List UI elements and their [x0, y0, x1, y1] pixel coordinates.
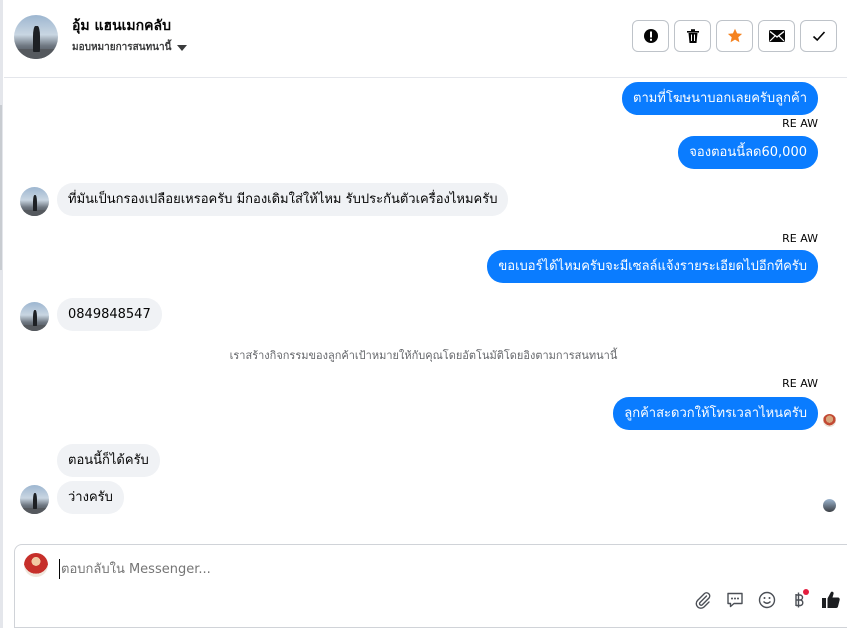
paperclip-icon	[695, 592, 711, 609]
star-button[interactable]	[716, 20, 753, 52]
sender-label: RE AW	[782, 232, 818, 245]
sender-label: RE AW	[782, 117, 818, 130]
mark-spam-button[interactable]	[632, 20, 669, 52]
header-actions	[632, 20, 837, 52]
seen-avatar	[823, 499, 836, 512]
saved-reply-button[interactable]	[724, 589, 746, 611]
composer-tools	[692, 589, 842, 611]
notification-dot	[803, 589, 809, 595]
mark-unread-button[interactable]	[758, 20, 795, 52]
contact-name[interactable]: อุ้ม แฮนเมกคลับ	[72, 15, 171, 37]
contact-avatar-small[interactable]	[20, 302, 49, 331]
conversation-header: อุ้ม แฮนเมกคลับ มอบหมายการสนทนานี้	[4, 0, 847, 78]
assign-conversation-dropdown[interactable]: มอบหมายการสนทนานี้	[72, 40, 188, 55]
like-button[interactable]	[820, 589, 842, 611]
system-note: เราสร้างกิจกรรมของลูกค้าเป้าหมายให้กับคุ…	[229, 349, 618, 362]
payment-button[interactable]	[788, 589, 810, 611]
alert-icon	[643, 29, 658, 43]
message-incoming[interactable]: 0849848547	[57, 298, 162, 331]
seen-avatar	[823, 414, 836, 427]
page-avatar	[24, 553, 48, 577]
smiley-icon	[758, 591, 776, 609]
message-outgoing[interactable]: ตามที่โฆษนาบอกเลยครับลูกค้า	[622, 82, 818, 115]
emoji-button[interactable]	[756, 589, 778, 611]
contact-avatar-small[interactable]	[20, 187, 49, 216]
left-border	[0, 0, 3, 628]
reply-input[interactable]	[59, 559, 661, 579]
caret-down-icon	[177, 44, 188, 51]
message-incoming[interactable]: ตอนนี้ก็ได้ครับ	[57, 444, 160, 477]
delete-button[interactable]	[674, 20, 711, 52]
attach-button[interactable]	[692, 589, 714, 611]
left-scroll-indicator	[0, 105, 2, 270]
thumbs-up-icon	[822, 591, 840, 609]
message-incoming[interactable]: ว่างครับ	[57, 481, 124, 514]
reply-composer	[14, 544, 847, 628]
check-icon	[812, 31, 825, 42]
message-outgoing[interactable]: จองตอนนี้ลด60,000	[678, 136, 818, 169]
mark-done-button[interactable]	[800, 20, 837, 52]
contact-avatar[interactable]	[14, 15, 58, 59]
chat-icon	[727, 592, 743, 608]
message-outgoing[interactable]: ลูกค้าสะดวกให้โทรเวลาไหนครับ	[613, 397, 818, 430]
star-icon	[727, 28, 742, 43]
contact-avatar-small[interactable]	[20, 485, 49, 514]
message-outgoing[interactable]: ขอเบอร์ได้ไหมครับจะมีเซลล์แจ้งรายระเอียด…	[487, 250, 818, 283]
envelope-icon	[768, 30, 785, 42]
sender-label: RE AW	[782, 377, 818, 390]
message-incoming[interactable]: ที่มันเป็นกรองเปลือยเหรอครับ มีกองเดิมใส…	[57, 183, 509, 216]
assign-label: มอบหมายการสนทนานี้	[72, 42, 172, 53]
trash-icon	[686, 29, 699, 43]
